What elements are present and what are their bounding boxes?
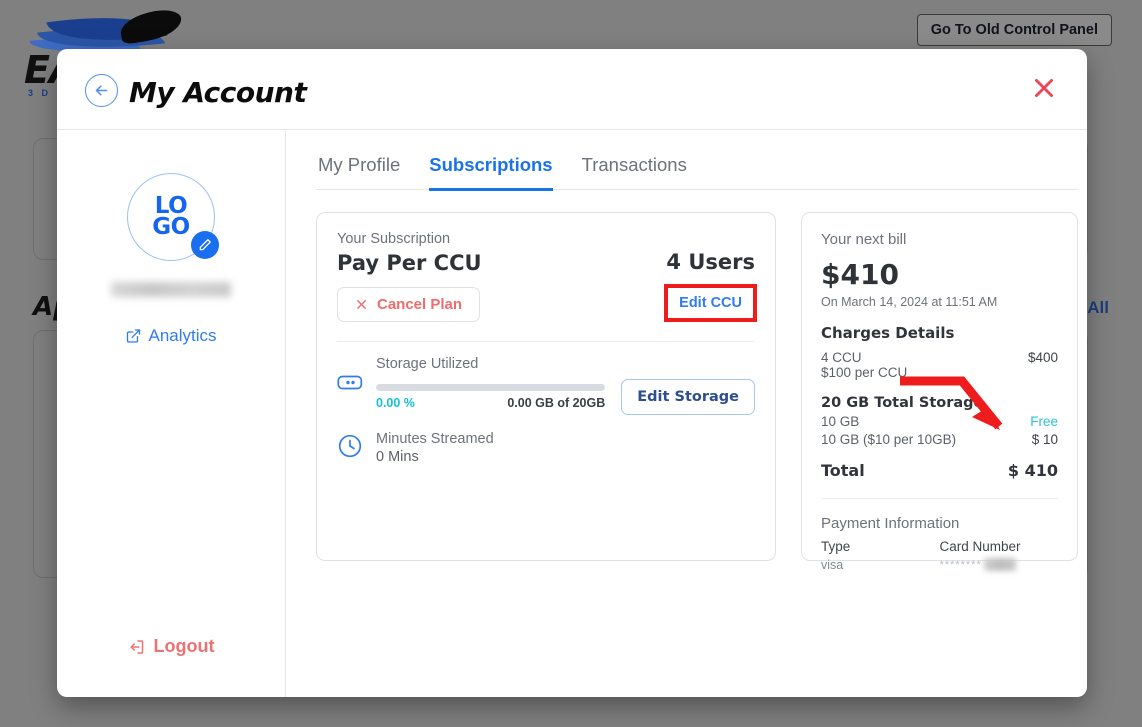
edit-avatar-button[interactable] [191, 231, 219, 259]
storage-line-2-amount: $ 10 [1032, 432, 1058, 447]
subscription-card: Your Subscription Pay Per CCU Cancel Pla… [316, 212, 776, 561]
pencil-icon [198, 238, 212, 252]
avatar-logo-line2: GO [152, 217, 189, 238]
card-number-value: ******** [940, 558, 1059, 571]
next-bill-date: On March 14, 2024 at 11:51 AM [821, 295, 1058, 309]
payment-type-header: Type [821, 539, 940, 554]
charges-details-title: Charges Details [821, 324, 1058, 342]
charge-ccu-amount: $400 [1028, 350, 1058, 365]
edit-ccu-annotation-box: Edit CCU [664, 284, 757, 322]
minutes-title: Minutes Streamed [376, 431, 494, 447]
divider [821, 498, 1058, 499]
close-button[interactable] [1027, 71, 1061, 105]
users-count: 4 Users [666, 250, 755, 274]
panels: Your Subscription Pay Per CCU Cancel Pla… [316, 212, 1078, 561]
edit-ccu-button[interactable]: Edit CCU [668, 288, 753, 318]
my-account-modal: My Account LO GO [57, 49, 1087, 697]
close-icon [1031, 75, 1057, 101]
divider [337, 341, 755, 342]
tab-subscriptions[interactable]: Subscriptions [429, 154, 552, 191]
modal-header: My Account [57, 49, 1087, 130]
x-icon [355, 298, 368, 311]
charge-ccu-labels: 4 CCU $100 per CCU [821, 350, 907, 380]
card-number-redacted [984, 558, 1016, 571]
storage-amount: 0.00 GB of 20GB [507, 396, 605, 410]
sidebar: LO GO Analytics [57, 130, 286, 697]
external-link-icon [125, 328, 141, 344]
subscription-section-label: Your Subscription [337, 231, 755, 247]
card-number-header: Card Number [940, 539, 1059, 554]
storage-metric-row: Storage Utilized 0.00 % 0.00 GB of 20GB [337, 356, 755, 415]
storage-title: Storage Utilized [376, 356, 755, 372]
storage-percent: 0.00 % [376, 396, 415, 410]
modal-body: LO GO Analytics [57, 130, 1087, 697]
payment-information-title: Payment Information [821, 515, 1058, 532]
charge-ccu-line1: 4 CCU [821, 350, 907, 365]
back-button[interactable] [85, 74, 118, 107]
total-amount: $ 410 [1008, 461, 1058, 480]
storage-line-1-label: 10 GB [821, 414, 859, 429]
background-all-link[interactable]: All [1087, 298, 1109, 318]
arrow-left-icon [93, 82, 110, 99]
hard-drive-icon [337, 370, 363, 396]
cancel-plan-label: Cancel Plan [377, 296, 462, 313]
analytics-label: Analytics [148, 326, 216, 346]
charge-ccu-line2: $100 per CCU [821, 365, 907, 380]
cancel-plan-button[interactable]: Cancel Plan [337, 287, 480, 322]
storage-line-2-label: 10 GB ($10 per 10GB) [821, 432, 956, 447]
charge-group-storage: 20 GB Total Storage 10 GB Free 10 GB ($1… [821, 395, 1058, 447]
card-number-column: Card Number ******** [940, 539, 1059, 572]
logout-label: Logout [154, 636, 215, 657]
card-number-mask: ******** [940, 559, 982, 571]
payment-type-value: visa [821, 558, 940, 572]
next-bill-amount: $410 [821, 258, 1058, 291]
minutes-value: 0 Mins [376, 449, 494, 465]
logo-bird-head-icon [118, 7, 184, 45]
tab-bar: My Profile Subscriptions Transactions [316, 154, 1078, 190]
storage-bar-and-stats: 0.00 % 0.00 GB of 20GB [376, 384, 605, 410]
storage-line-1-amount: Free [1030, 414, 1058, 429]
edit-storage-button[interactable]: Edit Storage [621, 379, 755, 415]
plan-name: Pay Per CCU [337, 251, 482, 275]
minutes-block: Minutes Streamed 0 Mins [376, 431, 494, 465]
total-row: Total $ 410 [821, 461, 1058, 480]
storage-line-1: 10 GB Free [821, 414, 1058, 429]
logout-icon [128, 638, 146, 656]
storage-block: Storage Utilized 0.00 % 0.00 GB of 20GB [376, 356, 755, 415]
logout-button[interactable]: Logout [128, 636, 215, 657]
storage-progress-bar [376, 384, 605, 391]
profile-name-redacted [111, 282, 231, 297]
storage-line-2: 10 GB ($10 per 10GB) $ 10 [821, 432, 1058, 447]
storage-group-title: 20 GB Total Storage [821, 395, 1058, 411]
clock-icon [337, 433, 363, 459]
storage-stats: 0.00 % 0.00 GB of 20GB [376, 396, 605, 410]
brand-subtitle: 3 D [28, 88, 51, 98]
payment-grid: Type visa Card Number ******** [821, 539, 1058, 572]
total-label: Total [821, 461, 865, 480]
next-bill-card: Your next bill $410 On March 14, 2024 at… [801, 212, 1078, 561]
tab-my-profile[interactable]: My Profile [318, 154, 400, 191]
tab-transactions[interactable]: Transactions [582, 154, 687, 191]
storage-bar-row: 0.00 % 0.00 GB of 20GB Edit Storage [376, 379, 755, 415]
next-bill-label: Your next bill [821, 231, 1058, 248]
go-to-old-control-panel-button[interactable]: Go To Old Control Panel [917, 14, 1112, 46]
avatar-wrapper: LO GO [127, 173, 215, 261]
plan-block: Pay Per CCU Cancel Plan [337, 247, 482, 322]
minutes-metric-row: Minutes Streamed 0 Mins [337, 431, 755, 465]
analytics-link[interactable]: Analytics [125, 326, 216, 346]
main-content: My Profile Subscriptions Transactions Yo… [286, 130, 1087, 697]
payment-type-column: Type visa [821, 539, 940, 572]
charge-line-ccu: 4 CCU $100 per CCU $400 [821, 350, 1058, 380]
page-title: My Account [129, 76, 306, 109]
